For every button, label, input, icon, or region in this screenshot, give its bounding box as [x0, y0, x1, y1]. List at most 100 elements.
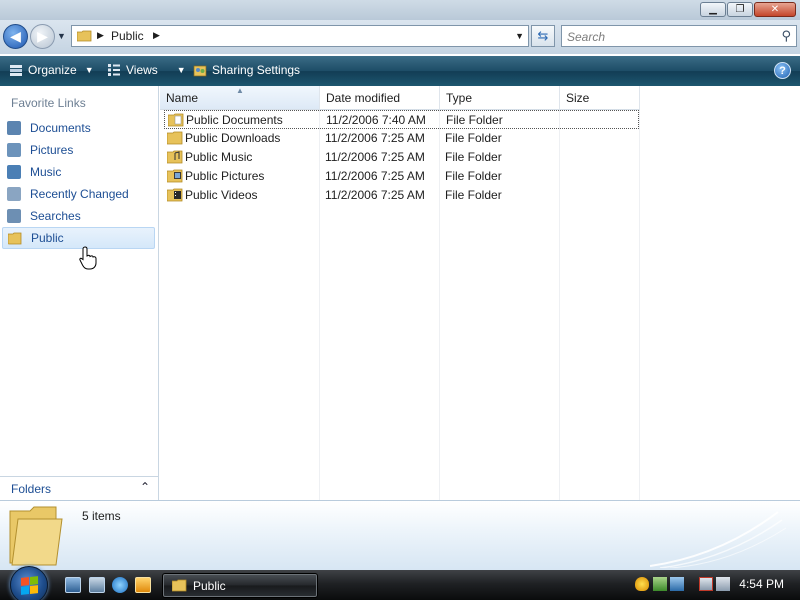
column-header-label: Size: [566, 91, 590, 105]
address-bar[interactable]: ▶ Public ▶ ▼: [71, 25, 529, 47]
file-date: 11/2/2006 7:25 AM: [325, 131, 425, 145]
item-count: 5 items: [82, 509, 121, 523]
show-desktop-icon[interactable]: [65, 577, 81, 593]
switch-windows-icon[interactable]: [89, 577, 105, 593]
nav-item-music[interactable]: Music: [2, 161, 155, 183]
breadcrumb-chevron-icon[interactable]: ▶: [97, 30, 104, 41]
taskbar: Public 4:54 PM: [0, 566, 800, 600]
column-divider: [639, 86, 640, 500]
column-header-label: Name: [166, 91, 199, 105]
taskbar-window-label: Public: [193, 579, 226, 593]
windows-sidebar-icon[interactable]: [670, 577, 684, 591]
nav-item-label: Public: [31, 231, 64, 245]
file-type: File Folder: [445, 150, 502, 164]
maximize-button[interactable]: ❐: [727, 2, 753, 17]
organize-button[interactable]: Organize ▼: [9, 63, 94, 77]
help-button[interactable]: ?: [774, 62, 791, 79]
music-icon: [7, 165, 21, 179]
file-name: Public Documents: [186, 113, 283, 127]
nav-item-label: Documents: [30, 121, 91, 135]
music-folder-icon: [167, 150, 183, 164]
documents-icon: [7, 121, 21, 135]
nav-item-documents[interactable]: Documents: [2, 117, 155, 139]
security-shield-icon[interactable]: [635, 577, 649, 591]
media-player-icon[interactable]: [135, 577, 151, 593]
folders-toggle[interactable]: Folders ⌃: [0, 476, 158, 500]
sharing-settings-label: Sharing Settings: [212, 63, 301, 77]
column-header-label: Date modified: [326, 91, 401, 105]
refresh-button[interactable]: ⇆: [531, 25, 555, 47]
file-type: File Folder: [446, 113, 503, 127]
file-row[interactable]: Public Pictures 11/2/2006 7:25 AM File F…: [164, 167, 639, 186]
sort-ascending-icon: ▲: [236, 86, 244, 95]
system-clock[interactable]: 4:54 PM: [739, 577, 784, 591]
file-list: ▲ Name Date modified Type Size Public Do…: [160, 86, 800, 500]
decorative-swoosh: [650, 511, 787, 568]
column-header-label: Type: [446, 91, 473, 105]
file-date: 11/2/2006 7:25 AM: [325, 188, 425, 202]
file-name: Public Music: [185, 150, 253, 164]
file-name: Public Pictures: [185, 169, 265, 183]
network-disconnected-icon[interactable]: [699, 577, 713, 591]
taskbar-window-public[interactable]: Public: [162, 573, 318, 598]
nav-item-searches[interactable]: Searches: [2, 205, 155, 227]
views-icon: [108, 64, 120, 76]
recent-icon: [7, 187, 21, 201]
folder-icon: [77, 30, 92, 42]
file-date: 11/2/2006 7:25 AM: [325, 150, 425, 164]
internet-explorer-icon[interactable]: [112, 577, 128, 593]
sharing-settings-button[interactable]: Sharing Settings: [193, 63, 300, 77]
file-row[interactable]: Public Downloads 11/2/2006 7:25 AM File …: [164, 129, 639, 148]
file-name: Public Videos: [185, 188, 258, 202]
file-date: 11/2/2006 7:25 AM: [325, 169, 425, 183]
navigation-pane: Favorite Links Documents Pictures Music …: [0, 86, 159, 500]
nav-item-label: Searches: [30, 209, 81, 223]
organize-icon: [10, 65, 22, 76]
forward-button[interactable]: ▶: [30, 24, 55, 49]
folder-icon: [8, 232, 22, 245]
views-button[interactable]: Views ▼: [107, 63, 186, 77]
file-row[interactable]: Public Videos 11/2/2006 7:25 AM File Fol…: [164, 186, 639, 205]
breadcrumb-public[interactable]: Public: [111, 29, 144, 43]
file-name: Public Downloads: [185, 131, 281, 145]
file-row[interactable]: Public Music 11/2/2006 7:25 AM File Fold…: [164, 148, 639, 167]
pictures-icon: [7, 143, 21, 157]
nav-item-recently-changed[interactable]: Recently Changed: [2, 183, 155, 205]
file-type: File Folder: [445, 131, 502, 145]
chevron-up-icon[interactable]: ⌃: [140, 480, 150, 494]
file-date: 11/2/2006 7:40 AM: [326, 113, 426, 127]
nav-item-label: Pictures: [30, 143, 74, 157]
volume-muted-icon[interactable]: [716, 577, 730, 591]
column-header-date[interactable]: Date modified: [320, 86, 440, 110]
search-placeholder: Search: [567, 30, 606, 44]
sharing-icon: [193, 65, 207, 77]
file-type: File Folder: [445, 188, 502, 202]
nav-item-label: Recently Changed: [30, 187, 129, 201]
column-header-type[interactable]: Type: [440, 86, 560, 110]
start-button[interactable]: [10, 566, 48, 600]
recent-pages-dropdown[interactable]: ▼: [57, 31, 66, 41]
chevron-down-icon[interactable]: ▼: [177, 65, 186, 75]
column-header-size[interactable]: Size: [560, 86, 640, 110]
search-input[interactable]: Search ⚲: [561, 25, 797, 47]
column-header-name[interactable]: ▲ Name: [160, 86, 320, 110]
command-toolbar: Organize ▼ Views ▼ Sharing Settings ?: [0, 56, 800, 86]
minimize-button[interactable]: ▁: [700, 2, 726, 17]
close-button[interactable]: ✕: [754, 2, 796, 17]
address-dropdown-icon[interactable]: ▼: [515, 31, 524, 41]
search-icon[interactable]: ⚲: [781, 28, 791, 44]
back-button[interactable]: ◀: [3, 24, 28, 49]
details-pane: 5 items: [0, 500, 800, 570]
breadcrumb-chevron-icon[interactable]: ▶: [153, 30, 160, 41]
folders-label: Folders: [11, 482, 52, 496]
hand-cursor-icon: [79, 246, 97, 270]
sync-center-icon[interactable]: [653, 577, 667, 591]
nav-item-label: Music: [30, 165, 62, 179]
pictures-folder-icon: [167, 169, 183, 183]
nav-item-pictures[interactable]: Pictures: [2, 139, 155, 161]
views-label: Views: [126, 63, 158, 77]
window-controls: ▁ ❐ ✕: [700, 2, 796, 17]
documents-folder-icon: [168, 113, 184, 127]
file-row[interactable]: Public Documents 11/2/2006 7:40 AM File …: [164, 110, 639, 129]
address-row: ◀ ▶ ▼ ▶ Public ▶ ▼ ⇆ Search ⚲: [0, 20, 800, 54]
